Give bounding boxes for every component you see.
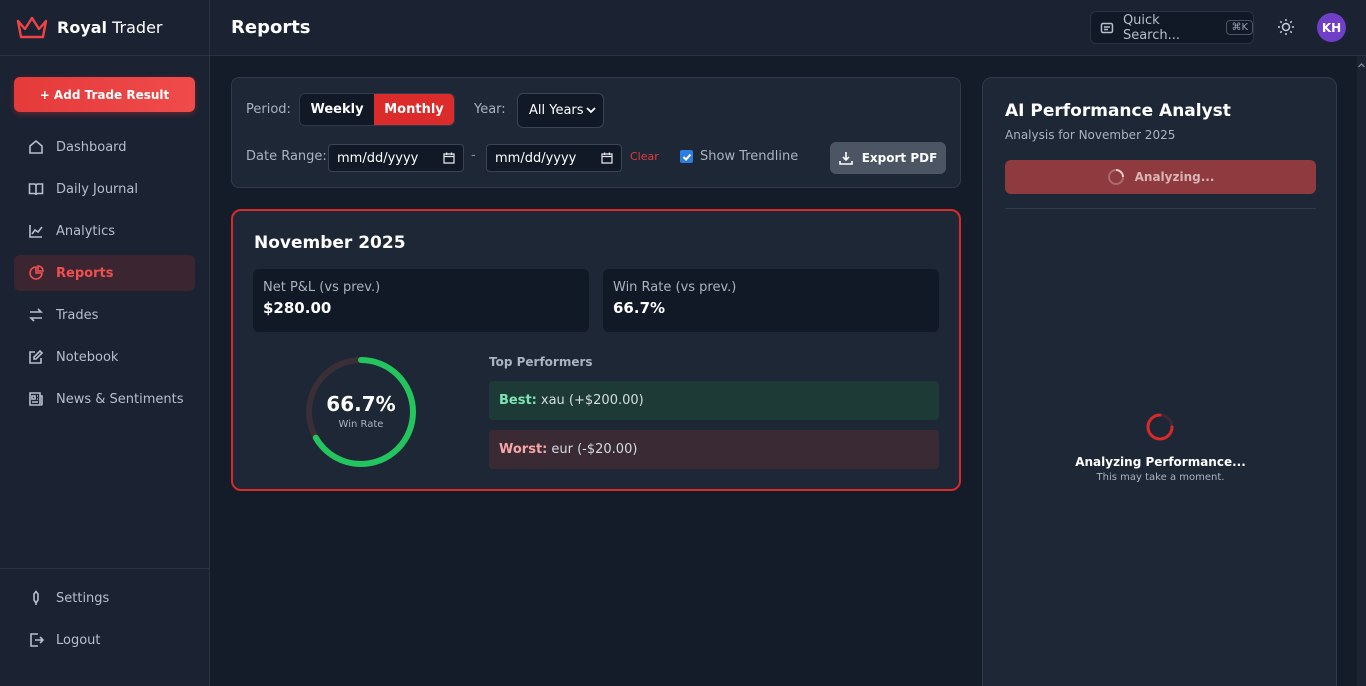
sidebar-item-logout[interactable]: Logout [14, 622, 195, 658]
export-pdf-label: Export PDF [861, 151, 938, 165]
show-trendline-checkbox[interactable] [680, 150, 693, 163]
sidebar-item-label: Analytics [56, 223, 116, 239]
ring-label: Win Rate [338, 419, 384, 430]
sidebar-item-label: Daily Journal [56, 181, 138, 197]
date-to-placeholder: mm/dd/yyyy [495, 150, 577, 166]
year-label: Year: [474, 102, 506, 117]
show-trendline-label[interactable]: Show Trendline [700, 149, 798, 164]
analytics-icon [29, 225, 43, 238]
gear-icon [33, 590, 39, 605]
analyzing-button-label: Analyzing... [1134, 170, 1215, 184]
net-pnl-value: $280.00 [263, 299, 332, 317]
brand-name: Royal Trader [57, 18, 163, 37]
sidebar-item-dashboard[interactable]: Dashboard [14, 129, 195, 165]
year-select[interactable]: All Years [517, 93, 604, 128]
quick-search-button[interactable]: Quick Search... ⌘K [1090, 11, 1254, 44]
ai-status-text: Analyzing Performance... [1075, 455, 1246, 469]
sidebar-item-label: Notebook [56, 349, 119, 365]
date-from-input[interactable]: mm/dd/yyyy [328, 144, 464, 172]
sidebar-item-settings[interactable]: Settings [14, 580, 195, 616]
period-label: Period: [246, 102, 291, 117]
calendar-icon [443, 152, 455, 164]
brand[interactable]: Royal Trader [0, 0, 209, 56]
year-select-value: All Years [529, 103, 584, 118]
top-performers-label: Top Performers [489, 355, 593, 369]
sidebar-item-label: Dashboard [56, 139, 127, 155]
sidebar-item-label: Trades [56, 307, 99, 323]
sidebar-item-label: News & Sentiments [56, 391, 184, 407]
sidebar-item-label: Settings [56, 590, 110, 606]
brand-name-bold: Royal [57, 18, 108, 37]
scroll-up-arrow-icon[interactable] [1358, 60, 1365, 70]
sidebar-item-label: Reports [56, 265, 114, 281]
sidebar-item-daily-journal[interactable]: Daily Journal [14, 171, 195, 207]
page-title: Reports [231, 17, 311, 38]
report-title: November 2025 [254, 233, 406, 253]
search-shortcut: ⌘K [1226, 20, 1253, 35]
net-pnl-stat: Net P&L (vs prev.) $280.00 [253, 269, 589, 332]
download-icon [838, 152, 853, 165]
win-rate-value: 66.7% [613, 299, 666, 317]
search-icon [1100, 22, 1114, 33]
net-pnl-label: Net P&L (vs prev.) [263, 280, 381, 295]
sun-icon [1278, 19, 1294, 35]
date-range-label: Date Range: [246, 149, 327, 164]
sidebar-item-notebook[interactable]: Notebook [14, 339, 195, 375]
period-toggle: Weekly Monthly [299, 93, 455, 126]
check-icon [682, 153, 691, 161]
clear-dates-link[interactable]: Clear [630, 150, 659, 163]
divider [1005, 208, 1316, 209]
sidebar-item-analytics[interactable]: Analytics [14, 213, 195, 249]
ai-analyst-panel: AI Performance Analyst Analysis for Nove… [982, 77, 1337, 686]
scrollbar[interactable] [1357, 56, 1366, 686]
date-from-placeholder: mm/dd/yyyy [337, 150, 419, 166]
add-trade-result-button[interactable]: + Add Trade Result [14, 77, 195, 112]
monthly-report-card: November 2025 Net P&L (vs prev.) $280.00… [231, 209, 961, 491]
book-icon [28, 183, 44, 196]
logout-icon [30, 633, 44, 647]
win-rate-stat: Win Rate (vs prev.) 66.7% [603, 269, 939, 332]
sidebar-bottom: Settings Logout [0, 568, 209, 664]
analyzing-button[interactable]: Analyzing... [1005, 160, 1316, 194]
win-rate-label: Win Rate (vs prev.) [613, 280, 737, 295]
sidebar: Royal Trader + Add Trade Result Dashboar… [0, 0, 210, 686]
sidebar-item-trades[interactable]: Trades [14, 297, 195, 333]
swap-icon [29, 308, 43, 322]
calendar-icon [601, 152, 613, 164]
theme-toggle-button[interactable] [1276, 17, 1296, 37]
pie-chart-icon [29, 265, 44, 280]
worst-performer: Worst: eur (-$20.00) [489, 430, 939, 469]
date-separator: - [471, 148, 476, 163]
worst-label: Worst: [499, 442, 548, 457]
worst-value: eur (-$20.00) [551, 442, 638, 457]
period-monthly-button[interactable]: Monthly [374, 94, 454, 125]
brand-name-rest: Trader [107, 18, 163, 37]
newspaper-icon [29, 392, 43, 406]
sidebar-item-label: Logout [56, 632, 101, 648]
best-label: Best: [499, 393, 537, 408]
sidebar-item-reports[interactable]: Reports [14, 255, 195, 291]
ai-status-subtext: This may take a moment. [1096, 472, 1225, 483]
search-label: Quick Search... [1122, 12, 1180, 43]
ai-panel-subtitle: Analysis for November 2025 [1005, 128, 1176, 142]
chevron-down-icon [586, 107, 596, 114]
period-weekly-button[interactable]: Weekly [300, 94, 374, 125]
best-value: xau (+$200.00) [540, 393, 644, 408]
edit-icon [29, 349, 44, 364]
avatar[interactable]: KH [1317, 13, 1346, 42]
sidebar-nav: Dashboard Daily Journal Analytics Report… [14, 129, 195, 423]
ai-panel-title: AI Performance Analyst [1005, 101, 1231, 121]
crown-icon [16, 16, 48, 38]
ring-value: 66.7% [326, 392, 396, 416]
filters-card: Period: Weekly Monthly Year: All Years D… [231, 77, 961, 188]
top-header: Reports Quick Search... ⌘K KH [210, 0, 1366, 56]
home-icon [29, 139, 43, 154]
spinner-icon [1107, 169, 1124, 185]
best-performer: Best: xau (+$200.00) [489, 381, 939, 420]
loading-spinner-icon [1146, 413, 1174, 441]
export-pdf-button[interactable]: Export PDF [830, 142, 946, 174]
sidebar-item-news-sentiments[interactable]: News & Sentiments [14, 381, 195, 417]
date-to-input[interactable]: mm/dd/yyyy [486, 144, 622, 172]
